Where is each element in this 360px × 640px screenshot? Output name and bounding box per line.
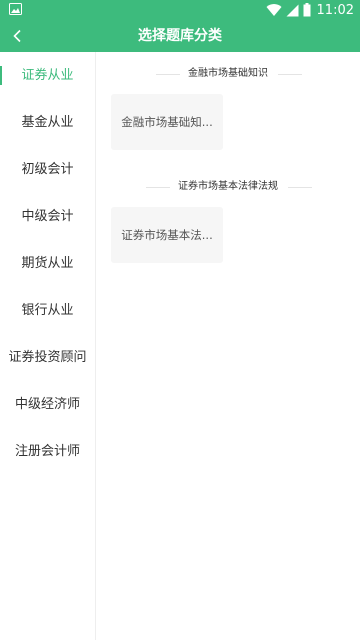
sidebar-item-label: 初级会计 bbox=[21, 162, 74, 177]
sidebar-item-label: 证券从业 bbox=[21, 68, 74, 83]
active-indicator bbox=[0, 66, 2, 85]
subject-card[interactable]: 金融市场基础知... bbox=[111, 94, 223, 150]
image-notification-icon bbox=[9, 3, 22, 15]
sidebar-item-cpa[interactable]: 注册会计师 bbox=[0, 428, 95, 475]
subject-section: 证券市场基本法律法规 证券市场基本法... bbox=[96, 177, 360, 263]
sidebar-item-label: 期货从业 bbox=[21, 256, 74, 271]
section-title: 金融市场基础知识 bbox=[188, 68, 268, 79]
battery-icon bbox=[303, 3, 311, 17]
sidebar-item-fund[interactable]: 基金从业 bbox=[0, 99, 95, 146]
cellular-signal-icon bbox=[286, 4, 299, 16]
section-title: 证券市场基本法律法规 bbox=[178, 181, 278, 192]
sidebar-item-junior-accounting[interactable]: 初级会计 bbox=[0, 146, 95, 193]
sidebar-item-intermediate-accounting[interactable]: 中级会计 bbox=[0, 193, 95, 240]
wifi-icon bbox=[266, 3, 282, 16]
sidebar-item-label: 注册会计师 bbox=[14, 444, 80, 459]
divider-line bbox=[278, 74, 302, 75]
page-title: 选择题库分类 bbox=[138, 28, 222, 44]
section-header: 证券市场基本法律法规 bbox=[96, 177, 360, 197]
app-bar: 选择题库分类 bbox=[0, 20, 360, 52]
sidebar-item-label: 银行从业 bbox=[21, 303, 74, 318]
sidebar-item-label: 证券投资顾问 bbox=[8, 350, 87, 365]
section-header: 金融市场基础知识 bbox=[96, 64, 360, 84]
divider-line bbox=[288, 187, 312, 188]
sidebar-item-label: 基金从业 bbox=[21, 115, 74, 130]
sidebar-item-intermediate-economist[interactable]: 中级经济师 bbox=[0, 381, 95, 428]
subject-section: 金融市场基础知识 金融市场基础知... bbox=[96, 64, 360, 150]
status-bar: 11:02 bbox=[0, 0, 360, 20]
subject-content: 金融市场基础知识 金融市场基础知... 证券市场基本法律法规 证券市场基本法..… bbox=[96, 52, 360, 640]
sidebar-item-futures[interactable]: 期货从业 bbox=[0, 240, 95, 287]
category-sidebar: 证券从业 基金从业 初级会计 中级会计 期货从业 银行从业 证券投资顾问 中级经… bbox=[0, 52, 96, 640]
sidebar-item-banking[interactable]: 银行从业 bbox=[0, 287, 95, 334]
sidebar-item-label: 中级会计 bbox=[21, 209, 74, 224]
sidebar-item-securities[interactable]: 证券从业 bbox=[0, 52, 95, 99]
subject-card[interactable]: 证券市场基本法... bbox=[111, 207, 223, 263]
sidebar-item-investment-advisor[interactable]: 证券投资顾问 bbox=[0, 334, 95, 381]
status-time: 11:02 bbox=[316, 2, 354, 18]
sidebar-item-label: 中级经济师 bbox=[14, 397, 80, 412]
